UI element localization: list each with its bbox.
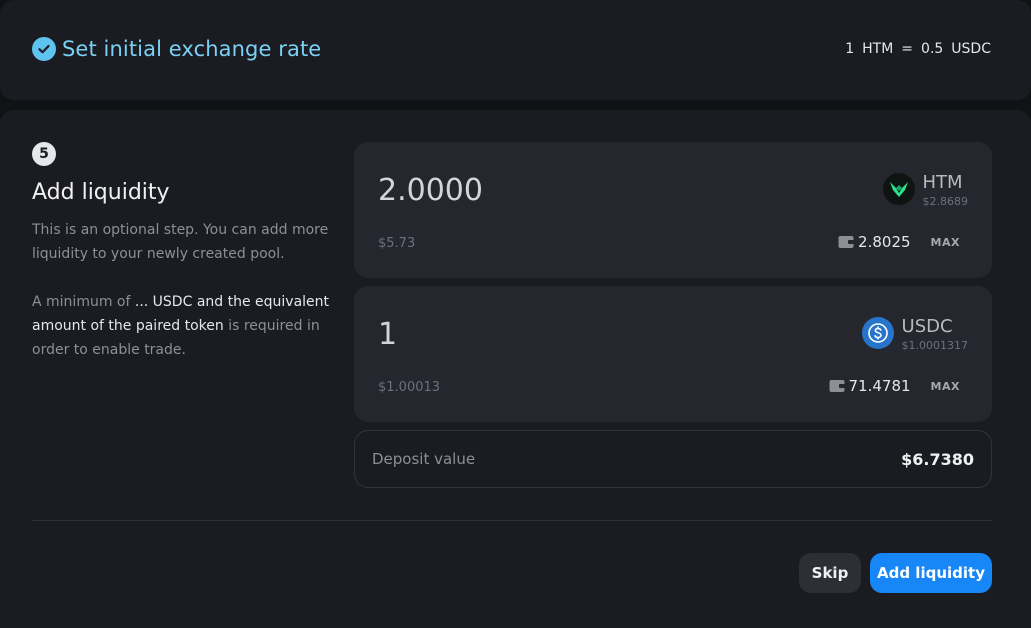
exchange-rate-display: 1 HTM = 0.5 USDC	[845, 41, 991, 57]
token-selector-htm[interactable]: HTM $2.8689	[882, 172, 969, 208]
usdc-logo-icon	[861, 317, 894, 349]
balance-usdc: 71.4781 MAX	[829, 377, 960, 395]
token-price-usdc: $1.0001317	[901, 339, 968, 352]
htm-logo-icon	[882, 173, 915, 205]
exchange-rate-panel: Set initial exchange rate 1 HTM = 0.5 US…	[0, 0, 1031, 100]
divider	[32, 520, 992, 521]
minimum-requirement-note: A minimum of ... USDC and the equivalent…	[32, 290, 337, 362]
token-symbol-usdc: USDC	[901, 316, 953, 337]
deposit-value-amount: $6.7380	[901, 449, 974, 469]
amount-usd-usdc: $1.00013	[378, 380, 441, 395]
rate-left-amount: 1	[845, 41, 855, 57]
rate-right-token: USDC	[951, 41, 991, 57]
rate-left-token: HTM	[862, 41, 894, 57]
check-circle-icon	[32, 37, 56, 61]
step-number-badge: 5	[32, 142, 56, 166]
deposit-value-label: Deposit value	[372, 450, 476, 468]
balance-value-htm: 2.8025	[858, 233, 911, 251]
amount-usd-htm: $5.73	[378, 236, 416, 251]
token-input-card-usdc: 1 $1.00013 USDC $1.0001317 71.4781 MAX	[354, 286, 992, 422]
token-price-htm: $2.8689	[922, 195, 969, 208]
add-liquidity-description: This is an optional step. You can add mo…	[32, 222, 329, 262]
rate-right-amount: 0.5	[921, 41, 944, 57]
max-button-htm[interactable]: MAX	[931, 236, 960, 249]
balance-htm: 2.8025 MAX	[838, 233, 960, 251]
wallet-icon	[829, 379, 845, 393]
wallet-icon	[838, 235, 855, 249]
skip-button[interactable]: Skip	[799, 553, 861, 593]
amount-input-usdc[interactable]: 1	[378, 317, 397, 352]
add-liquidity-panel: 5 Add liquidity This is an optional step…	[0, 110, 1031, 628]
amount-input-htm[interactable]: 2.0000	[378, 173, 483, 208]
add-liquidity-button[interactable]: Add liquidity	[870, 553, 992, 593]
exchange-rate-step-header: Set initial exchange rate	[32, 37, 321, 61]
deposit-value-box: Deposit value $6.7380	[354, 430, 992, 488]
token-input-card-htm: 2.0000 $5.73 HTM $2.8689 2.8025 MAX	[354, 142, 992, 278]
balance-value-usdc: 71.4781	[848, 377, 911, 395]
add-liquidity-title: Add liquidity	[32, 180, 170, 205]
max-button-usdc[interactable]: MAX	[931, 380, 960, 393]
token-symbol-htm: HTM	[922, 172, 963, 193]
rate-equals: =	[901, 41, 914, 57]
minimum-note-prefix: A minimum of	[32, 294, 135, 310]
token-selector-usdc[interactable]: USDC $1.0001317	[861, 316, 968, 352]
exchange-rate-title: Set initial exchange rate	[62, 37, 322, 61]
